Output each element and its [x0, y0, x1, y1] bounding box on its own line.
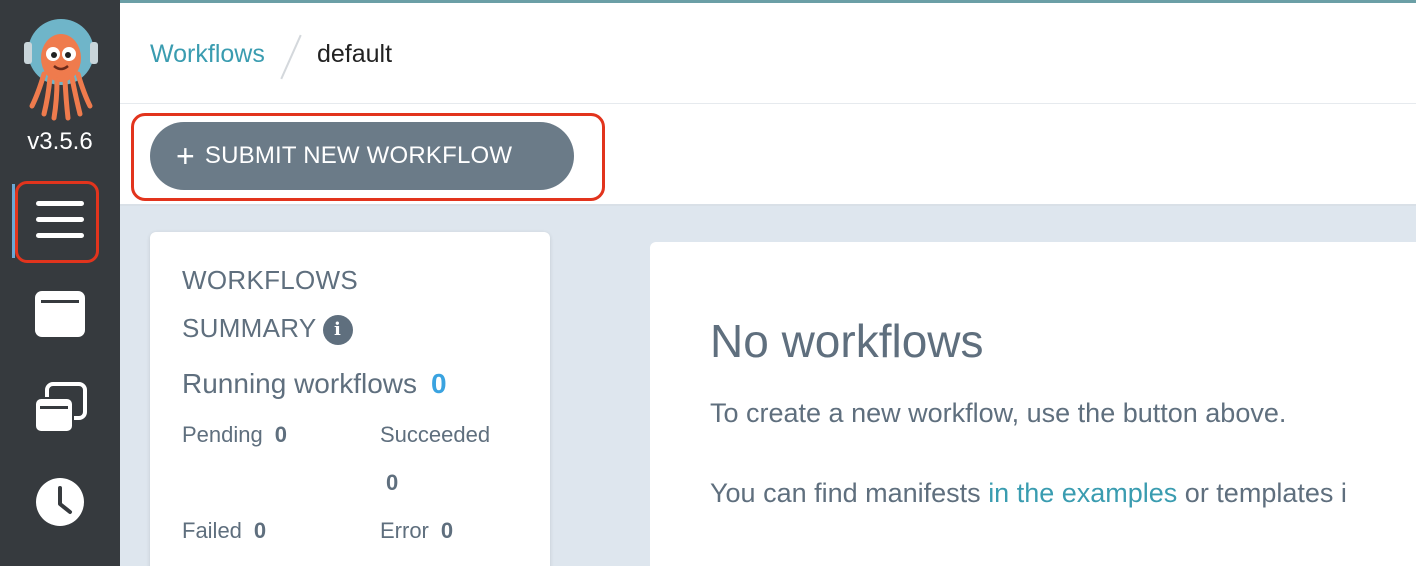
clock-icon: [36, 478, 84, 526]
workflows-summary-card: WORKFLOWS SUMMARY i Running workflows 0 Pe…: [150, 232, 550, 566]
breadcrumb-current-namespace: default: [317, 40, 393, 68]
pending-stat: Pending 0: [182, 422, 287, 448]
window-icon: [35, 291, 85, 337]
version-label: v3.5.6: [27, 128, 93, 155]
error-stat: Error 0: [380, 518, 453, 544]
pending-label: Pending: [182, 422, 263, 447]
breadcrumb-separator: [280, 34, 302, 80]
menu-highlight-box: [15, 181, 99, 263]
error-count[interactable]: 0: [441, 518, 453, 543]
succeeded-count[interactable]: 0: [386, 470, 398, 495]
stacked-windows-icon: [34, 382, 87, 433]
app-root: v3.5.6 Workflows default + SUBMIT NEW WO…: [0, 0, 1416, 566]
error-label: Error: [380, 518, 429, 543]
examples-prefix: You can find manifests: [710, 478, 989, 508]
examples-link[interactable]: in the examples: [988, 478, 1177, 508]
empty-state-instructions: To create a new workflow, use the button…: [710, 398, 1287, 428]
summary-title: WORKFLOWS SUMMARY i: [182, 256, 442, 352]
empty-state-examples-text: You can find manifests in the examples o…: [710, 478, 1347, 509]
nav-cron-workflows[interactable]: [28, 470, 92, 534]
succeeded-stat: Succeeded: [380, 422, 490, 448]
running-label: Running workflows: [182, 368, 417, 399]
empty-state-panel: No workflows To create a new workflow, u…: [650, 242, 1416, 566]
examples-suffix: or templates i: [1177, 478, 1347, 508]
succeeded-label: Succeeded: [380, 422, 491, 447]
info-icon[interactable]: i: [322, 315, 353, 345]
running-workflows: Running workflows 0: [182, 368, 447, 400]
failed-count[interactable]: 0: [254, 518, 266, 543]
pending-count[interactable]: 0: [275, 422, 287, 447]
running-count[interactable]: 0: [431, 368, 447, 399]
empty-state-title: No workflows: [710, 315, 984, 367]
top-header: Workflows default: [120, 0, 1416, 104]
argo-octopus-logo[interactable]: [22, 14, 100, 122]
nav-workflows[interactable]: [28, 282, 92, 346]
failed-stat: Failed 0: [182, 518, 266, 544]
action-toolbar: + SUBMIT NEW WORKFLOW: [120, 104, 1416, 206]
submit-highlight-box: [131, 113, 605, 201]
failed-label: Failed: [182, 518, 242, 543]
sidebar: v3.5.6: [0, 0, 120, 566]
succeeded-count-row: 0: [386, 470, 398, 496]
breadcrumb-workflows-link[interactable]: Workflows: [150, 40, 265, 69]
nav-workflow-templates[interactable]: [28, 376, 92, 440]
